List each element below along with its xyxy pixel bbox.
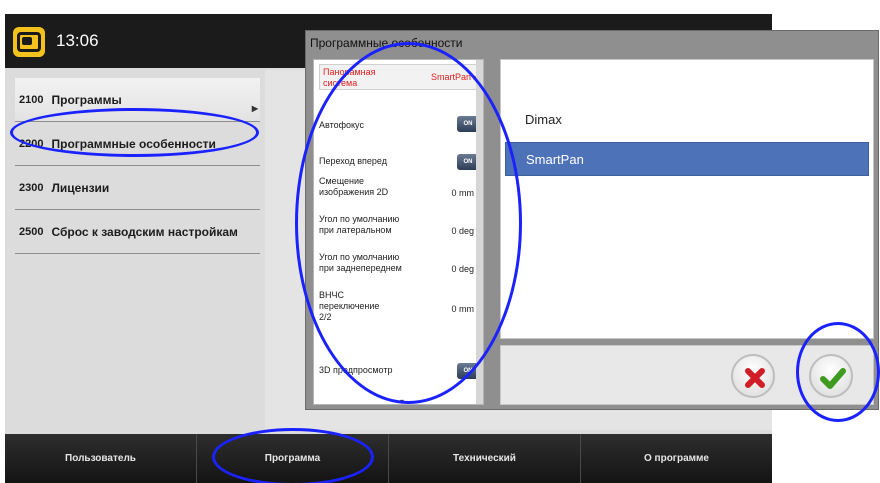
confirm-button[interactable]	[809, 354, 853, 398]
screenshot-stage: 13:06 2100 Программы ▶ 2200 Программные …	[0, 0, 880, 483]
dialog-actions	[500, 345, 874, 405]
menu-item-licenses[interactable]: 2300 Лицензии	[15, 166, 260, 210]
option-panoramic-system[interactable]: Панорамная система SmartPan ▸	[319, 64, 479, 90]
option-image-offset-2d[interactable]: Смещение изображения 2D 0 mm ▸	[319, 176, 481, 210]
options-list: Панорамная система SmartPan ▸ Автофокус …	[313, 59, 484, 405]
tab-user[interactable]: Пользователь	[5, 434, 196, 483]
options-scrollbar[interactable]	[476, 60, 483, 404]
dialog-title: Программные особенности	[310, 36, 463, 50]
option-pa-angle[interactable]: Угол по умолчанию при заднепереднем 0 de…	[319, 252, 481, 286]
menu-item-program-features[interactable]: 2200 Программные особенности	[15, 122, 260, 166]
option-lateral-angle[interactable]: Угол по умолчанию при латеральном 0 deg …	[319, 214, 481, 248]
menu-item-label: Программные особенности	[51, 136, 216, 151]
program-features-dialog: Программные особенности Панорамная систе…	[305, 30, 879, 410]
option-name: Переход вперед	[319, 156, 387, 166]
option-value: 0 deg ▸	[451, 264, 481, 274]
menu-item-label: Лицензии	[51, 180, 110, 195]
bottom-tab-bar: Пользователь Программа Технический О про…	[5, 434, 772, 483]
menu-item-code: 2500	[19, 225, 44, 238]
cancel-button[interactable]	[731, 354, 775, 398]
choice-smartpan[interactable]: SmartPan	[505, 142, 869, 176]
cancel-x-icon	[745, 368, 765, 388]
option-value: 0 deg ▸	[451, 226, 481, 236]
option-name: Панорамная система	[323, 67, 376, 88]
option-name: Смещение изображения 2D	[319, 176, 389, 197]
option-name: Автофокус	[319, 120, 364, 130]
option-value: 0 mm ▸	[451, 304, 481, 314]
chevron-right-icon: ▶	[251, 104, 258, 113]
tab-technical[interactable]: Технический	[388, 434, 580, 483]
option-3d-preview[interactable]: 3D предпросмотр ON	[319, 363, 479, 385]
menu-item-label: Программы	[51, 92, 122, 107]
options-panel: Панорамная система SmartPan ▸ Автофокус …	[314, 60, 481, 404]
menu-item-programs[interactable]: 2100 Программы ▶	[15, 78, 260, 122]
menu-item-factory-reset[interactable]: 2500 Сброс к заводским настройкам	[15, 210, 260, 254]
option-name: ВНЧС переключение 2/2	[319, 290, 380, 322]
option-name: Угол по умолчанию при латеральном	[319, 214, 400, 235]
option-value: SmartPan ▸	[430, 72, 478, 82]
checkmark-icon	[820, 368, 846, 389]
option-tmj-switch[interactable]: ВНЧС переключение 2/2 0 mm ▸	[319, 290, 481, 334]
menu-item-label: Сброс к заводским настройкам	[51, 224, 238, 239]
clock: 13:06	[56, 31, 99, 50]
device-logo-icon[interactable]	[13, 27, 45, 57]
menu-item-code: 2100	[19, 93, 44, 106]
option-name: 3D предпросмотр	[319, 365, 393, 375]
menu-item-code: 2300	[19, 181, 44, 194]
tab-program[interactable]: Программа	[196, 434, 388, 483]
choice-dimax[interactable]: Dimax	[505, 102, 869, 136]
choice-list: Dimax SmartPan	[500, 59, 874, 339]
option-go-forward[interactable]: Переход вперед ON	[319, 150, 479, 172]
menu-item-code: 2200	[19, 137, 44, 150]
option-autofocus[interactable]: Автофокус ON	[319, 114, 479, 136]
chevron-down-icon[interactable]: ▾	[400, 397, 404, 404]
settings-menu: 2100 Программы ▶ 2200 Программные особен…	[15, 78, 260, 254]
option-value: 0 mm ▸	[451, 188, 481, 198]
tab-about[interactable]: О программе	[580, 434, 772, 483]
option-name: Угол по умолчанию при заднепереднем	[319, 252, 402, 273]
